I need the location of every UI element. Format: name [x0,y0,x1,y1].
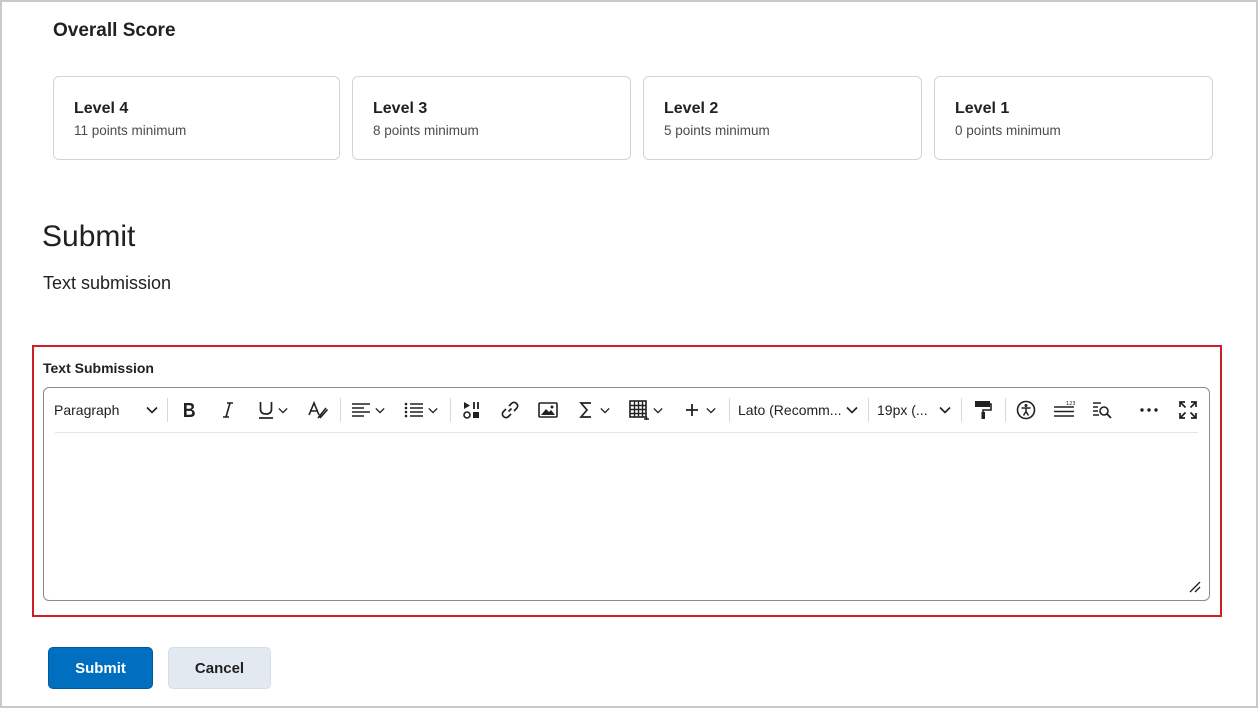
resize-handle-icon[interactable] [1187,579,1201,593]
underline-icon [258,402,273,419]
table-dropdown[interactable] [626,396,666,424]
block-format-dropdown[interactable]: Paragraph [54,396,158,424]
accessibility-checker-button[interactable] [1013,396,1039,424]
chevron-down-icon [653,407,663,414]
editor-toolbar: Paragraph Lato (Recomm... 19px (... 123 [44,388,1209,432]
chevron-down-icon [706,407,716,414]
paint-roller-icon [975,401,992,419]
level-minimum: 11 points minimum [74,123,187,138]
bold-icon [184,403,195,417]
toolbar-divider [340,398,341,422]
toolbar-divider [961,398,962,422]
link-icon [501,401,519,419]
underline-dropdown[interactable] [252,396,292,424]
plus-icon [686,404,698,416]
level-minimum: 8 points minimum [373,123,479,138]
insert-more-dropdown[interactable] [680,396,720,424]
font-family-dropdown[interactable]: Lato (Recomm... [738,396,858,424]
block-format-value: Paragraph [54,402,120,418]
fullscreen-button[interactable] [1175,396,1201,424]
level-name: Level 1 [955,100,1010,117]
bold-button[interactable] [176,396,202,424]
level-card-1: Level 1 0 points minimum [934,76,1213,160]
text-submission-field-label: Text Submission [43,360,154,376]
italic-icon [223,402,233,418]
insert-stuff-button[interactable] [459,396,485,424]
align-left-icon [352,403,370,417]
fullscreen-icon [1179,401,1197,419]
rich-text-editor: Paragraph Lato (Recomm... 19px (... 123 [43,387,1210,601]
preview-search-icon [1093,402,1112,419]
svg-text:123: 123 [1066,401,1075,407]
insert-image-button[interactable] [535,396,561,424]
editor-content-area[interactable] [56,440,1197,574]
toolbar-divider-line [55,432,1198,433]
cancel-button[interactable]: Cancel [168,647,271,689]
chevron-down-icon [146,406,158,414]
chevron-down-icon [277,407,288,414]
font-size-dropdown[interactable]: 19px (... [877,396,951,424]
level-cards: Level 4 11 points minimum Level 3 8 poin… [53,76,1213,160]
format-painter-button[interactable] [970,396,996,424]
submit-button[interactable]: Submit [48,647,153,689]
more-horizontal-icon [1140,408,1158,412]
word-count-icon: 123 [1054,401,1075,417]
chevron-down-icon [600,407,610,414]
font-size-value: 19px (... [877,402,928,418]
table-icon [629,400,649,420]
text-style-button[interactable] [305,396,331,424]
chevron-down-icon [939,406,951,414]
level-card-4: Level 4 11 points minimum [53,76,340,160]
word-count-button[interactable]: 123 [1051,396,1077,424]
text-color-icon [308,400,329,419]
level-minimum: 5 points minimum [664,123,770,138]
toolbar-divider [868,398,869,422]
chevron-down-icon [375,407,385,414]
align-dropdown[interactable] [348,396,388,424]
text-submission-subheading: Text submission [43,273,172,293]
image-icon [538,402,558,418]
overall-score-title: Overall Score [53,20,176,41]
submit-heading: Submit [42,220,136,253]
level-name: Level 4 [74,100,129,117]
equation-dropdown[interactable] [574,396,614,424]
toolbar-divider [167,398,168,422]
preview-button[interactable] [1089,396,1115,424]
level-card-3: Level 3 8 points minimum [352,76,631,160]
toolbar-divider [450,398,451,422]
more-options-button[interactable] [1136,396,1162,424]
accessibility-icon [1016,400,1036,420]
toolbar-divider [1005,398,1006,422]
list-dropdown[interactable] [401,396,441,424]
level-card-2: Level 2 5 points minimum [643,76,922,160]
insert-link-button[interactable] [497,396,523,424]
sigma-icon [579,402,591,418]
level-name: Level 3 [373,100,428,117]
toolbar-divider [729,398,730,422]
bullet-list-icon [404,402,423,418]
level-minimum: 0 points minimum [955,123,1061,138]
insert-stuff-icon [463,402,479,419]
chevron-down-icon [846,406,858,414]
italic-button[interactable] [215,396,241,424]
chevron-down-icon [428,407,438,414]
font-family-value: Lato (Recomm... [738,402,842,418]
level-name: Level 2 [664,100,719,117]
